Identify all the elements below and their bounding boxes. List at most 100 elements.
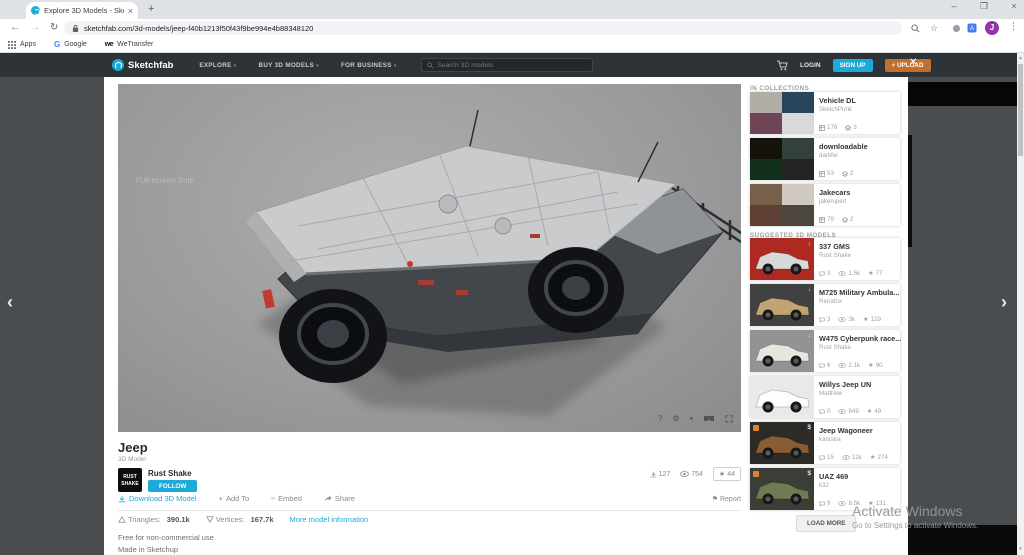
eye-icon	[838, 363, 846, 368]
bookmark-star-icon[interactable]: ☆	[927, 21, 941, 35]
bookmark-apps[interactable]: Apps	[8, 41, 36, 49]
eye-icon	[680, 471, 689, 477]
bookmark-label: Apps	[20, 41, 36, 48]
reload-button[interactable]: ↻	[50, 22, 58, 33]
brand-name: Sketchfab	[128, 60, 173, 71]
comment-icon	[819, 363, 825, 369]
nav-explore[interactable]: EXPLORE ▾	[199, 62, 236, 69]
3d-viewer-canvas[interactable]: Full-screen Snip ? ⚙ ●	[118, 84, 741, 432]
chevron-down-icon: ▾	[394, 63, 397, 69]
suggested-model-card[interactable]: $ Jeep Wagoneer kanistra 15	[750, 422, 900, 464]
scrollbar-thumb[interactable]	[1018, 64, 1023, 156]
model-subtitle: 3D Model	[118, 456, 146, 463]
browser-tab[interactable]: Explore 3D Models - Sketchfab ×	[26, 2, 138, 19]
collection-models-count: 53	[819, 170, 834, 177]
tab-title: Explore 3D Models - Sketchfab	[44, 6, 124, 15]
viewer-settings-gear-icon[interactable]: ⚙	[672, 414, 679, 423]
carousel-prev-icon[interactable]: ‹	[7, 293, 13, 311]
upload-button[interactable]: + UPLOAD	[885, 59, 931, 72]
plus-icon: +	[219, 494, 223, 503]
suggested-model-card[interactable]: ↓ M725 Military Ambula... Renafox 3	[750, 284, 900, 326]
bookmark-label: WeTransfer	[117, 41, 153, 48]
vehicle-silhouette	[750, 376, 814, 418]
collection-thumbnails	[750, 92, 814, 134]
profile-avatar[interactable]: J	[985, 21, 999, 35]
author-avatar[interactable]: RUST SHAKE	[118, 468, 142, 492]
triangle-icon	[118, 516, 126, 523]
model-card-author: Renafox	[819, 298, 899, 305]
suggested-model-card[interactable]: ↓ W475 Cyberpunk race... Rust Shake 6	[750, 330, 900, 372]
bookmark-google[interactable]: G Google	[54, 40, 87, 49]
collection-card[interactable]: Jakecars jakerupert 79	[750, 184, 900, 226]
collection-author: SketchPunk	[819, 106, 895, 113]
browser-menu-icon[interactable]: ⋮	[1009, 21, 1018, 32]
author-name[interactable]: Rust Shake	[148, 469, 192, 478]
collection-card[interactable]: downloadable darkfei 53	[750, 138, 900, 180]
window-minimize-button[interactable]: –	[946, 1, 962, 11]
window-restore-button[interactable]: ❐	[976, 1, 992, 12]
bookmark-label: Google	[64, 41, 87, 48]
extension-icon[interactable]	[949, 21, 963, 35]
search-icon	[427, 62, 434, 69]
comment-icon	[819, 501, 825, 507]
svg-text:A: A	[970, 25, 975, 32]
comment-icon	[819, 455, 825, 461]
google-g-icon: G	[54, 40, 60, 49]
tab-close-icon[interactable]: ×	[128, 6, 133, 16]
back-button[interactable]: ←	[10, 22, 20, 33]
carousel-next-icon[interactable]: ›	[1001, 293, 1007, 311]
translate-extension-icon[interactable]: A	[965, 21, 979, 35]
modal-scrollbar-thumb[interactable]	[908, 135, 912, 247]
search-input[interactable]	[437, 62, 586, 69]
nav-buy-3d-models[interactable]: BUY 3D MODELS ▾	[258, 62, 318, 69]
nav-for-business[interactable]: FOR BUSINESS ▾	[341, 62, 397, 69]
viewer-help-icon[interactable]: ?	[658, 414, 662, 423]
share-link[interactable]: Share	[324, 494, 355, 503]
forward-button[interactable]: →	[30, 22, 40, 33]
search-box[interactable]	[421, 58, 593, 72]
like-button[interactable]: ★ 44	[713, 467, 741, 481]
scrollbar-up-icon[interactable]: ▴	[1017, 55, 1024, 61]
bookmark-wetransfer[interactable]: we WeTransfer	[105, 41, 154, 48]
model-card-title: Willys Jeep UN	[819, 380, 895, 389]
likes-count: ★ 274	[870, 454, 888, 461]
signup-button[interactable]: SIGN UP	[833, 59, 873, 72]
star-icon: ★	[870, 454, 876, 461]
comments-count: 9	[819, 500, 830, 507]
collection-card[interactable]: Vehicle DL SketchPunk 176	[750, 92, 900, 134]
window-close-button[interactable]: ×	[1006, 1, 1022, 11]
star-icon: ★	[719, 470, 725, 478]
more-model-information-link[interactable]: More model information	[290, 515, 369, 524]
modal-close-icon[interactable]: ✕	[909, 57, 917, 68]
login-button[interactable]: LOGIN	[800, 62, 821, 69]
eye-icon	[838, 317, 846, 322]
address-bar[interactable]: sketchfab.com/3d-models/jeep-f40b1213f50…	[64, 21, 902, 35]
vr-headset-icon[interactable]	[703, 415, 715, 422]
cart-icon[interactable]	[776, 60, 788, 71]
in-collections-label: IN COLLECTIONS	[750, 85, 809, 92]
model-thumbnail: ↓	[750, 330, 814, 372]
sketchfab-favicon-icon	[31, 6, 40, 15]
new-tab-button[interactable]: +	[148, 3, 154, 15]
report-link[interactable]: ⚑ Report	[661, 495, 741, 503]
views-count: 12k	[842, 454, 862, 461]
collection-title: Jakecars	[819, 188, 895, 197]
eye-icon	[838, 409, 846, 414]
suggested-model-card[interactable]: ↓ 337 GMS Rust Shake 3	[750, 238, 900, 280]
snip-ghost-text: Full-screen Snip	[136, 176, 194, 185]
sketchfab-logo[interactable]: Sketchfab	[112, 59, 173, 71]
fullscreen-icon[interactable]	[725, 415, 733, 423]
zoom-icon[interactable]	[908, 21, 922, 35]
likes-count: ★ 129	[863, 316, 881, 323]
views-count: 849	[838, 408, 858, 415]
viewer-annotations-icon[interactable]: ●	[690, 416, 694, 422]
add-to-link[interactable]: + Add To	[219, 494, 250, 503]
embed-link[interactable]: ‹› Embed	[271, 494, 302, 503]
load-more-button[interactable]: LOAD MORE	[796, 515, 856, 532]
wetransfer-icon: we	[105, 41, 113, 48]
vehicle-silhouette	[750, 422, 814, 464]
scrollbar-down-icon[interactable]: ▾	[1017, 546, 1024, 552]
suggested-model-card[interactable]: ↓ Willys Jeep UN Matthew 0	[750, 376, 900, 418]
follow-button[interactable]: FOLLOW	[148, 480, 197, 492]
download-model-link[interactable]: Download 3D Model	[118, 494, 197, 503]
